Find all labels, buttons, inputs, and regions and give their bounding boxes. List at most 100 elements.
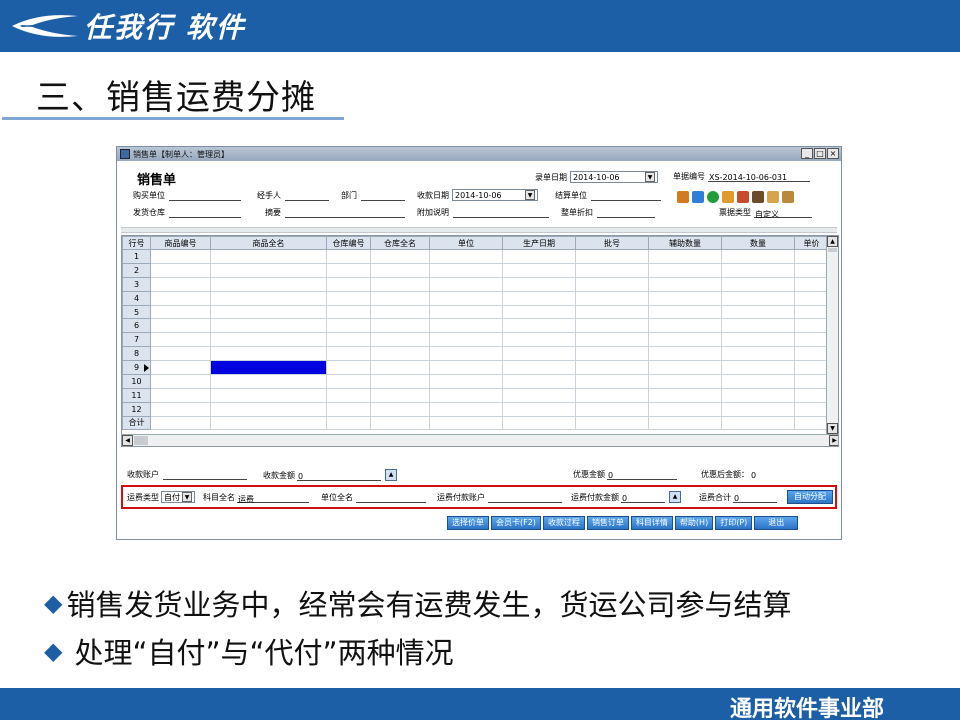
grid-cell[interactable] xyxy=(370,374,430,389)
print-button[interactable]: 打印(P) xyxy=(715,516,753,530)
grid-cell[interactable] xyxy=(721,374,795,389)
table-row[interactable]: 6 xyxy=(122,318,829,334)
freight-total-input[interactable]: 0 xyxy=(733,494,777,503)
collection-process-button[interactable]: 收款过程 xyxy=(542,516,585,530)
help-button[interactable]: 帮助(H) xyxy=(674,516,714,530)
grid-cell[interactable] xyxy=(210,249,327,264)
col-header[interactable]: 行号 xyxy=(122,236,151,250)
grid-cell[interactable] xyxy=(370,387,430,403)
grid-cell[interactable] xyxy=(429,360,503,376)
col-header[interactable]: 单价 xyxy=(794,236,829,250)
grid-cell[interactable] xyxy=(794,249,829,264)
grid-cell[interactable] xyxy=(794,360,829,376)
grid-cell[interactable] xyxy=(648,290,722,306)
grid-cell[interactable] xyxy=(429,290,503,306)
grid-cell[interactable] xyxy=(210,415,327,430)
close-button[interactable]: × xyxy=(827,148,839,159)
col-header[interactable]: 数量 xyxy=(721,236,795,250)
grid-cell[interactable] xyxy=(575,374,649,389)
table-row[interactable]: 10 xyxy=(122,374,829,389)
table-row[interactable]: 12 xyxy=(122,401,829,417)
row-number[interactable]: 12 xyxy=(122,401,151,417)
grid-cell[interactable] xyxy=(326,360,371,376)
grid-cell[interactable] xyxy=(721,290,795,306)
grid-cell[interactable] xyxy=(210,401,327,417)
subject-detail-button[interactable]: 科目详情 xyxy=(630,516,673,530)
grid-cell[interactable] xyxy=(210,262,327,278)
row-number[interactable]: 7 xyxy=(122,332,151,348)
grid-cell[interactable] xyxy=(326,276,371,292)
grid-cell[interactable] xyxy=(721,249,795,264)
box-icon[interactable] xyxy=(722,191,734,203)
scroll-right-icon[interactable]: ▶ xyxy=(829,435,838,446)
entry-date-input[interactable]: 2014-10-06 ▼ xyxy=(570,171,658,183)
grid-cell[interactable] xyxy=(429,249,503,264)
grid-cell[interactable] xyxy=(502,415,576,430)
grid-cell[interactable] xyxy=(370,401,430,417)
grid-cell[interactable] xyxy=(429,401,503,417)
grid-cell[interactable] xyxy=(575,401,649,417)
grid-cell[interactable] xyxy=(648,387,722,403)
panel-splitter[interactable] xyxy=(121,227,837,233)
member-card-button[interactable]: 会员卡(F2) xyxy=(491,516,541,530)
grid-cell[interactable] xyxy=(794,387,829,403)
col-header[interactable]: 辅助数量 xyxy=(648,236,722,250)
grid-cell[interactable] xyxy=(326,304,371,320)
grid-cell[interactable] xyxy=(150,304,211,320)
collapse-up-icon[interactable]: ▲ xyxy=(669,491,681,503)
coins-icon[interactable] xyxy=(767,191,779,203)
grid-cell[interactable] xyxy=(370,415,430,430)
grid-cell[interactable] xyxy=(721,332,795,348)
grid-cell[interactable] xyxy=(429,318,503,334)
table-row[interactable]: 9 xyxy=(122,360,829,376)
grid-cell[interactable] xyxy=(326,401,371,417)
home-icon[interactable] xyxy=(737,191,749,203)
grid-cell[interactable] xyxy=(326,290,371,306)
grid-cell[interactable] xyxy=(794,262,829,278)
row-number[interactable]: 2 xyxy=(122,262,151,278)
grid-cell[interactable] xyxy=(326,262,371,278)
warehouse-input[interactable] xyxy=(169,209,241,218)
grid-cell[interactable] xyxy=(721,276,795,292)
grid-cell[interactable] xyxy=(150,374,211,389)
scroll-down-icon[interactable]: ▼ xyxy=(827,423,838,434)
grid-cell[interactable] xyxy=(429,346,503,362)
grid-cell[interactable] xyxy=(575,276,649,292)
sales-order-button[interactable]: 销售订单 xyxy=(586,516,629,530)
grid-cell[interactable] xyxy=(648,360,722,376)
grid-cell[interactable] xyxy=(429,415,503,430)
grid-cell[interactable] xyxy=(575,262,649,278)
grid-cell[interactable] xyxy=(575,332,649,348)
grid-cell[interactable] xyxy=(575,415,649,430)
grid-cell[interactable] xyxy=(575,318,649,334)
table-row[interactable]: 8 xyxy=(122,346,829,362)
grid-cell[interactable] xyxy=(648,249,722,264)
grid-cell[interactable] xyxy=(150,415,211,430)
user-icon[interactable] xyxy=(752,191,764,203)
arrow-right-icon[interactable] xyxy=(692,191,704,203)
table-row[interactable]: 2 xyxy=(122,262,829,278)
amount-input[interactable]: 0 xyxy=(297,472,381,481)
grid-cell[interactable] xyxy=(721,262,795,278)
grid-cell[interactable] xyxy=(370,304,430,320)
row-number[interactable]: 10 xyxy=(122,374,151,389)
grid-cell[interactable] xyxy=(210,318,327,334)
grid-cell[interactable] xyxy=(648,346,722,362)
grid-cell[interactable] xyxy=(502,276,576,292)
col-header[interactable]: 商品全名 xyxy=(210,236,327,250)
scroll-up-icon[interactable]: ▲ xyxy=(827,236,838,247)
grid-cell[interactable] xyxy=(326,332,371,348)
grid-cell[interactable] xyxy=(150,318,211,334)
auto-allocate-button[interactable]: 自动分配 xyxy=(787,490,833,504)
grid-cell[interactable] xyxy=(575,290,649,306)
grid-cell[interactable] xyxy=(502,401,576,417)
grid-cell[interactable] xyxy=(150,290,211,306)
freight-subject-input[interactable]: 运费 xyxy=(237,494,309,504)
col-header[interactable]: 仓库编号 xyxy=(326,236,371,250)
grid-cell[interactable] xyxy=(370,346,430,362)
grid-cell[interactable] xyxy=(150,249,211,264)
scroll-left-icon[interactable]: ◀ xyxy=(122,435,133,446)
record-icon[interactable] xyxy=(707,191,719,203)
grid-cell[interactable] xyxy=(502,387,576,403)
grid-cell[interactable] xyxy=(721,387,795,403)
